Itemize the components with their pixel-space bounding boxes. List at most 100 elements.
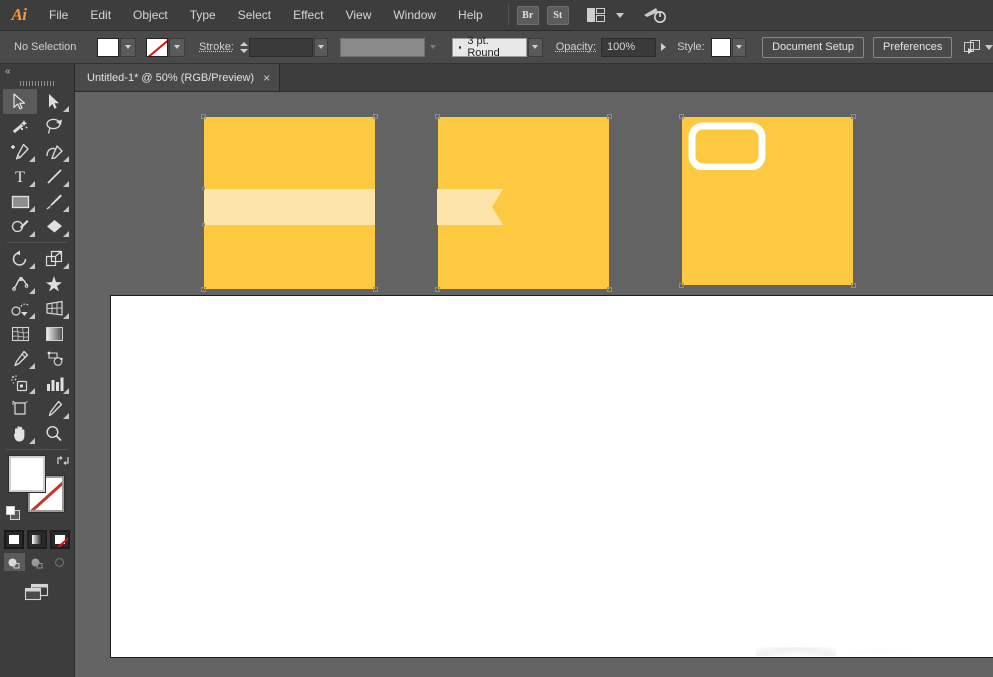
fill-color-control[interactable]: [97, 37, 137, 57]
arrange-chevron-down-icon[interactable]: [615, 12, 624, 18]
stock-button[interactable]: St: [546, 5, 569, 25]
eyedropper-tool[interactable]: [3, 346, 37, 371]
artboard-tool[interactable]: [3, 396, 37, 421]
gradient-mode-button[interactable]: [27, 530, 47, 549]
paintbrush-tool[interactable]: [37, 189, 71, 214]
fill-dropdown-button[interactable]: [120, 37, 137, 57]
preferences-button[interactable]: Preferences: [873, 36, 953, 58]
curvature-tool[interactable]: [37, 139, 71, 164]
anchor-point[interactable]: [679, 283, 684, 288]
gradient-tool[interactable]: [37, 321, 71, 346]
menu-edit[interactable]: Edit: [79, 0, 122, 31]
selection-tool[interactable]: [3, 89, 37, 114]
document-setup-button[interactable]: Document Setup: [762, 36, 865, 58]
opacity-input[interactable]: 100%: [601, 37, 656, 57]
anchor-point[interactable]: [435, 287, 440, 292]
anchor-point[interactable]: [607, 114, 612, 119]
menu-view[interactable]: View: [335, 0, 383, 31]
none-mode-button[interactable]: [50, 530, 70, 549]
stepper-up-icon[interactable]: [239, 41, 248, 46]
line-segment-tool[interactable]: [37, 164, 71, 189]
stroke-weight-input[interactable]: [248, 37, 313, 57]
menu-select[interactable]: Select: [227, 0, 282, 31]
brush-dropdown-button[interactable]: [528, 37, 543, 57]
anchor-point[interactable]: [679, 114, 684, 119]
lasso-tool[interactable]: [37, 114, 71, 139]
bridge-button[interactable]: Br: [516, 5, 539, 25]
anchor-point[interactable]: [851, 283, 856, 288]
menu-type[interactable]: Type: [179, 0, 227, 31]
artwork-square-listbadge[interactable]: [679, 114, 856, 288]
shape-builder-tool[interactable]: [3, 296, 37, 321]
close-icon[interactable]: ×: [263, 72, 270, 84]
menu-help[interactable]: Help: [447, 0, 494, 31]
workspace-switcher-icon[interactable]: [642, 5, 668, 25]
fill-proxy-swatch[interactable]: [8, 455, 46, 493]
anchor-point[interactable]: [435, 114, 440, 119]
eraser-tool[interactable]: [37, 214, 71, 239]
notched-ribbon[interactable]: [437, 189, 503, 225]
artwork-square-ribbon[interactable]: [435, 114, 612, 292]
symbol-sprayer-tool[interactable]: [3, 371, 37, 396]
menu-file[interactable]: File: [38, 0, 79, 31]
direct-selection-tool[interactable]: [37, 89, 71, 114]
blend-tool[interactable]: [37, 346, 71, 371]
variable-width-profile-select[interactable]: [340, 37, 426, 57]
style-dropdown-button[interactable]: [731, 37, 747, 57]
opacity-label[interactable]: Opacity:: [556, 41, 596, 53]
menu-effect[interactable]: Effect: [282, 0, 334, 31]
default-fill-stroke-icon[interactable]: [6, 506, 21, 526]
align-options-icon[interactable]: [962, 39, 982, 55]
stroke-swatch-none[interactable]: [146, 37, 169, 57]
canvas-area[interactable]: [75, 92, 993, 677]
arrange-documents-icon[interactable]: [583, 5, 609, 25]
variable-width-dropdown-button[interactable]: [426, 37, 441, 57]
draw-normal-button[interactable]: [3, 553, 25, 571]
change-screen-mode-button[interactable]: [23, 583, 51, 606]
brush-definition-select[interactable]: 3 pt. Round: [451, 35, 528, 59]
hand-tool[interactable]: [3, 421, 37, 446]
type-tool[interactable]: T: [3, 164, 37, 189]
stroke-weight-label[interactable]: Stroke:: [199, 41, 234, 53]
menu-object[interactable]: Object: [122, 0, 179, 31]
color-mode-button[interactable]: [4, 530, 24, 549]
artboard[interactable]: [110, 295, 993, 658]
perspective-grid-tool[interactable]: [37, 296, 71, 321]
anchor-point[interactable]: [202, 187, 205, 190]
free-transform-tool[interactable]: [37, 271, 71, 296]
zoom-tool[interactable]: [37, 421, 71, 446]
rotate-tool[interactable]: [3, 246, 37, 271]
document-tab[interactable]: Untitled-1* @ 50% (RGB/Preview) ×: [75, 64, 281, 91]
list-badge-icon[interactable]: [688, 122, 766, 175]
stroke-weight-stepper[interactable]: [239, 38, 249, 57]
column-graph-tool[interactable]: [37, 371, 71, 396]
anchor-point[interactable]: [373, 114, 378, 119]
anchor-point[interactable]: [201, 114, 206, 119]
mesh-tool[interactable]: [3, 321, 37, 346]
anchor-point[interactable]: [607, 287, 612, 292]
stroke-dropdown-button[interactable]: [169, 37, 186, 57]
scale-tool[interactable]: [37, 246, 71, 271]
stroke-color-control[interactable]: [146, 37, 186, 57]
menu-window[interactable]: Window: [382, 0, 447, 31]
draw-inside-button[interactable]: [49, 553, 71, 571]
rectangle-tool[interactable]: [3, 189, 37, 214]
align-chevron-down-icon[interactable]: [985, 44, 993, 50]
width-tool[interactable]: [3, 271, 37, 296]
slice-tool[interactable]: [37, 396, 71, 421]
swap-fill-stroke-icon[interactable]: [56, 454, 70, 472]
pen-tool[interactable]: [3, 139, 37, 164]
draw-behind-button[interactable]: [26, 553, 48, 571]
anchor-point[interactable]: [201, 287, 206, 292]
collapse-panel-button[interactable]: «: [0, 64, 74, 78]
panel-drag-handle[interactable]: [0, 78, 74, 89]
anchor-point[interactable]: [202, 223, 205, 226]
stepper-down-icon[interactable]: [239, 48, 248, 53]
fill-swatch[interactable]: [97, 37, 120, 57]
stroke-weight-dropdown-button[interactable]: [313, 37, 328, 57]
artwork-square-striped[interactable]: [201, 114, 378, 292]
opacity-expand-button[interactable]: [656, 43, 670, 51]
style-swatch[interactable]: [710, 37, 731, 57]
anchor-point[interactable]: [373, 287, 378, 292]
magic-wand-tool[interactable]: [3, 114, 37, 139]
